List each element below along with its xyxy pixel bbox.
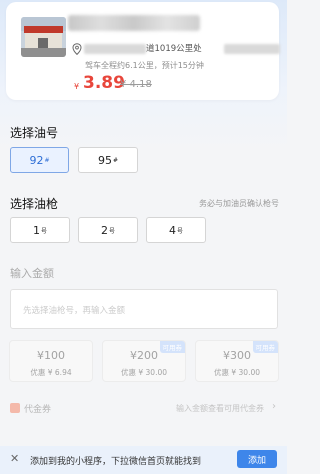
oil-option-suffix: # [112, 156, 119, 164]
amount-title: 输入金额 [10, 267, 54, 280]
banner-text: 添加到我的小程序，下拉微信首页就能找到 [30, 457, 202, 467]
oil-option-suffix: # [44, 156, 50, 164]
coupon-label: 代金券 [24, 405, 52, 415]
preset-value: ¥300 [223, 349, 251, 362]
drive-distance-info: 驾车全程约6.1公里，预计15分钟 [85, 61, 204, 70]
gun-option-label: 4 [168, 223, 176, 237]
amount-input[interactable]: 先选择油枪号，再输入金额 [10, 289, 278, 329]
gun-title: 选择油枪 [10, 197, 59, 211]
oil-option-label: 95 [97, 153, 112, 167]
gun-option-label: 2 [100, 223, 108, 237]
preset-discount: 优惠 ¥ 30.00 [213, 368, 260, 377]
original-price: ¥ 4.18 [120, 79, 152, 90]
current-price: 3.89 [83, 73, 125, 93]
location-pin-icon [72, 43, 82, 55]
station-thumbnail [21, 17, 66, 57]
preset-amount-300[interactable]: 可用券 ¥300 优惠 ¥ 30.00 [195, 340, 279, 382]
address-text: 道1019公里处 [146, 44, 202, 54]
oil-option-label: 92 [29, 153, 44, 167]
gun-option-2[interactable]: 2号 [78, 217, 138, 243]
coupon-hint: 输入金额查看可用代金券 [176, 404, 264, 413]
add-miniprogram-banner: ✕ 添加到我的小程序，下拉微信首页就能找到 添加 [0, 446, 287, 474]
gun-option-1[interactable]: 1号 [10, 217, 70, 243]
price-currency-symbol: ¥ [74, 82, 80, 91]
gun-option-label: 1 [32, 223, 40, 237]
coupon-row[interactable]: 代金券 输入金额查看可用代金券 › [10, 401, 278, 416]
close-icon[interactable]: ✕ [10, 452, 19, 465]
coupon-icon [10, 403, 20, 413]
gun-confirm-note: 务必与加油员确认枪号 [199, 199, 279, 208]
oil-option-92[interactable]: 92 # [10, 147, 69, 173]
add-button[interactable]: 添加 [237, 450, 277, 468]
station-card[interactable]: 道1019公里处 驾车全程约6.1公里，预计15分钟 ¥ 3.89 ¥ 4.18 [6, 2, 282, 100]
station-address: 道1019公里处 [72, 42, 282, 56]
chevron-right-icon: › [272, 401, 276, 412]
address-redacted-end [224, 44, 280, 54]
oil-option-95[interactable]: 95 # [78, 147, 138, 173]
preset-discount: 优惠 ¥ 30.00 [120, 368, 167, 377]
station-name-redacted [68, 15, 200, 31]
preset-discount: 优惠 ¥ 6.94 [30, 368, 72, 377]
preset-amount-200[interactable]: 可用券 ¥200 优惠 ¥ 30.00 [102, 340, 186, 382]
gun-option-suffix: 号 [108, 227, 115, 235]
preset-value: ¥100 [37, 349, 65, 362]
preset-amount-100[interactable]: ¥100 优惠 ¥ 6.94 [9, 340, 93, 382]
amount-placeholder: 先选择油枪号，再输入金额 [23, 306, 126, 316]
preset-value: ¥200 [130, 349, 158, 362]
address-redacted-start [84, 44, 146, 54]
oil-number-title: 选择油号 [10, 126, 59, 140]
gun-option-4[interactable]: 4号 [146, 217, 206, 243]
gun-option-suffix: 号 [40, 227, 47, 235]
gun-option-suffix: 号 [176, 227, 183, 235]
